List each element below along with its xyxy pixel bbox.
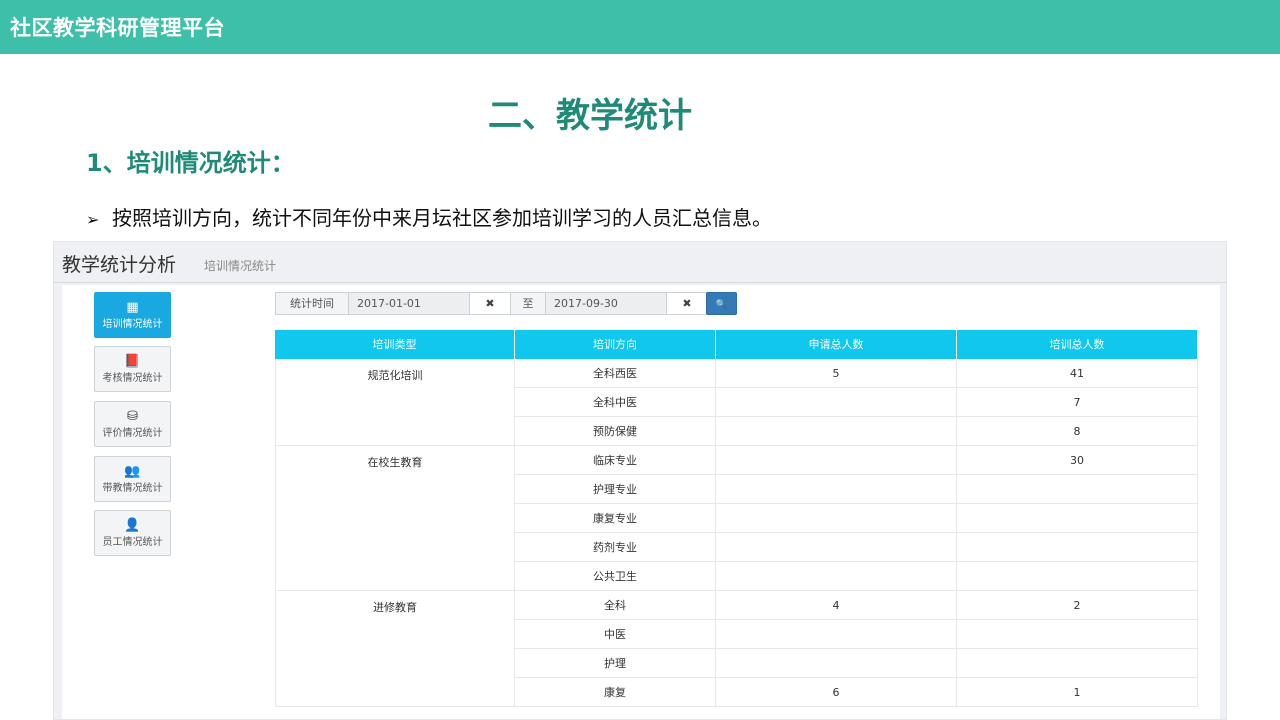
bullet-text: 按照培训方向，统计不同年份中来月坛社区参加培训学习的人员汇总信息。	[112, 206, 772, 230]
main-panel: ▦ 培训情况统计 📕 考核情况统计 ⛁ 评价情况统计 👥 带教情况统计 👤 员工情况统计 统计时间…	[62, 285, 1220, 719]
training-type-cell: 在校生教育	[275, 446, 515, 591]
direction-cell: 公共卫生	[515, 562, 716, 591]
trained-count-cell	[957, 504, 1198, 533]
app-subtitle: 培训情况统计	[204, 259, 277, 273]
applied-count-cell	[716, 446, 957, 475]
trained-count-cell: 30	[957, 446, 1198, 475]
sidebar-item-2[interactable]: 📕 考核情况统计	[94, 346, 171, 392]
trained-count-cell	[957, 475, 1198, 504]
applied-count-cell	[716, 504, 957, 533]
applied-count-cell	[716, 388, 957, 417]
trained-count-cell: 2	[957, 591, 1198, 620]
direction-cell: 中医	[515, 620, 716, 649]
direction-cell: 预防保健	[515, 417, 716, 446]
end-date-input[interactable]: 2017-09-30	[545, 292, 667, 315]
direction-cell: 护理专业	[515, 475, 716, 504]
sidebar-item-label: 培训情况统计	[102, 319, 163, 330]
direction-cell: 全科西医	[515, 359, 716, 388]
column-header: 培训方向	[515, 330, 716, 359]
trained-count-cell: 8	[957, 417, 1198, 446]
app-header: 教学统计分析 培训情况统计	[54, 242, 1226, 283]
trained-count-cell	[957, 533, 1198, 562]
book-icon: 📕	[124, 354, 141, 369]
sidebar-item-1[interactable]: ▦ 培训情况统计	[94, 292, 171, 338]
training-type-cell: 规范化培训	[275, 359, 515, 446]
column-header: 培训总人数	[957, 330, 1198, 359]
direction-cell: 康复	[515, 678, 716, 707]
users-icon: 👥	[124, 464, 141, 479]
direction-cell: 临床专业	[515, 446, 716, 475]
slide-title: 二、教学统计	[488, 96, 692, 136]
trained-count-cell	[957, 649, 1198, 678]
top-bar: 社区教学科研管理平台	[0, 0, 1280, 54]
applied-count-cell	[716, 475, 957, 504]
direction-cell: 全科中医	[515, 388, 716, 417]
applied-count-cell	[716, 533, 957, 562]
table-icon: ▦	[126, 300, 139, 315]
trained-count-cell	[957, 620, 1198, 649]
trained-count-cell: 1	[957, 678, 1198, 707]
sidebar-item-label: 评价情况统计	[102, 428, 163, 439]
start-date-input[interactable]: 2017-01-01	[348, 292, 470, 315]
trained-count-cell: 41	[957, 359, 1198, 388]
bullet-line: ➢ 按照培训方向，统计不同年份中来月坛社区参加培训学习的人员汇总信息。	[86, 202, 772, 231]
column-header: 申请总人数	[716, 330, 957, 359]
arrow-bullet-icon: ➢	[86, 210, 100, 229]
applied-count-cell: 6	[716, 678, 957, 707]
sidebar-item-label: 员工情况统计	[102, 537, 163, 548]
direction-cell: 全科	[515, 591, 716, 620]
applied-count-cell	[716, 620, 957, 649]
applied-count-cell	[716, 417, 957, 446]
applied-count-cell	[716, 649, 957, 678]
sidebar-item-5[interactable]: 👤 员工情况统计	[94, 510, 171, 556]
training-type-cell: 进修教育	[275, 591, 515, 707]
app-screenshot: 教学统计分析 培训情况统计 ▦ 培训情况统计 📕 考核情况统计 ⛁ 评价情况统计 👥 带教情况…	[53, 241, 1227, 720]
table-header: 培训类型 培训方向 申请总人数 培训总人数	[275, 330, 1198, 359]
section-title: 1、培训情况统计：	[86, 149, 295, 177]
direction-cell: 药剂专业	[515, 533, 716, 562]
to-label: 至	[510, 292, 546, 315]
direction-cell: 康复专业	[515, 504, 716, 533]
clear-start-date-icon[interactable]: ✖	[469, 292, 511, 315]
stat-time-label: 统计时间	[275, 292, 349, 315]
sidebar-item-3[interactable]: ⛁ 评价情况统计	[94, 401, 171, 447]
search-button[interactable]: 🔍	[706, 292, 737, 315]
app-title: 教学统计分析	[62, 254, 177, 276]
clear-end-date-icon[interactable]: ✖	[666, 292, 708, 315]
sidebar-item-4[interactable]: 👥 带教情况统计	[94, 456, 171, 502]
trained-count-cell: 7	[957, 388, 1198, 417]
cubes-icon: ⛁	[127, 409, 138, 424]
column-header: 培训类型	[275, 330, 515, 359]
platform-title: 社区教学科研管理平台	[10, 16, 225, 40]
applied-count-cell: 4	[716, 591, 957, 620]
sidebar-item-label: 考核情况统计	[102, 373, 163, 384]
direction-cell: 护理	[515, 649, 716, 678]
trained-count-cell	[957, 562, 1198, 591]
applied-count-cell: 5	[716, 359, 957, 388]
user-tie-icon: 👤	[124, 518, 141, 533]
applied-count-cell	[716, 562, 957, 591]
sidebar-item-label: 带教情况统计	[102, 483, 163, 494]
search-icon: 🔍	[715, 300, 728, 310]
